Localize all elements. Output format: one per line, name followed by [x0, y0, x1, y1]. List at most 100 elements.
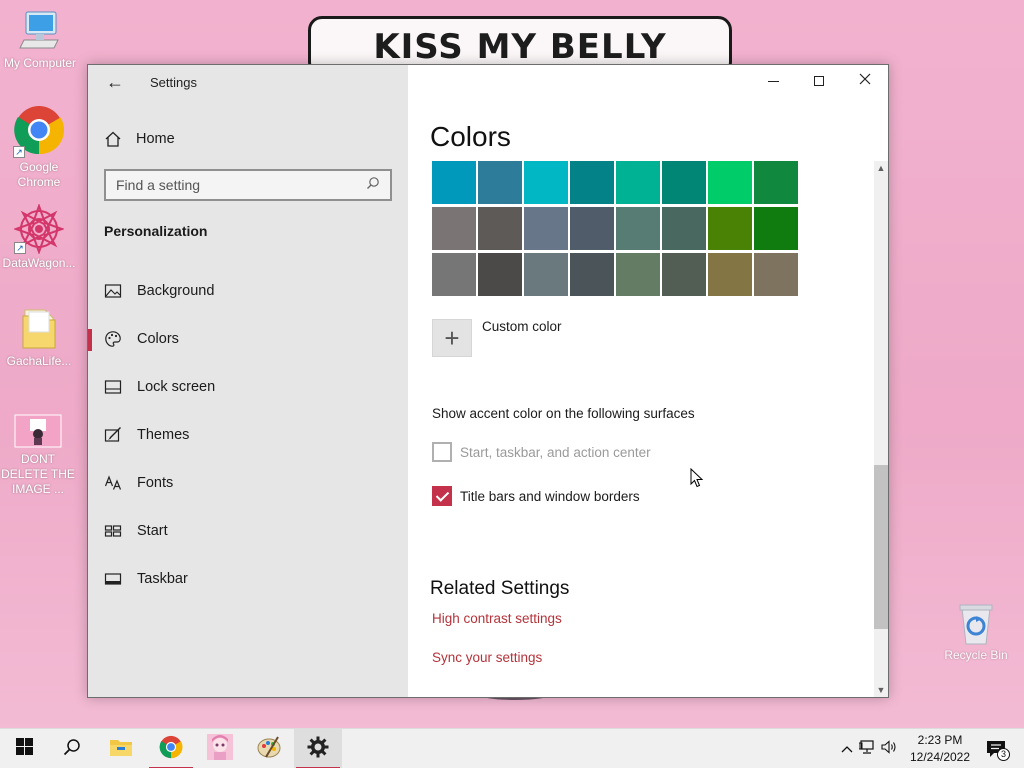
file-explorer-button[interactable] — [97, 729, 145, 768]
accent-color-swatch[interactable] — [478, 161, 522, 204]
accent-color-swatch[interactable] — [708, 207, 752, 250]
gacha-app-button[interactable] — [196, 729, 244, 768]
nav-item-taskbar[interactable]: Taskbar — [88, 561, 408, 597]
nav-item-fonts[interactable]: Fonts — [88, 465, 408, 501]
palette-icon — [104, 330, 122, 348]
chrome-taskbar-button[interactable] — [147, 729, 195, 768]
start-button[interactable] — [0, 729, 48, 768]
nav-item-themes[interactable]: Themes — [88, 417, 408, 453]
accent-color-swatch[interactable] — [754, 161, 798, 204]
computer-icon — [18, 8, 62, 54]
shortcut-arrow-icon: ↗ — [13, 146, 25, 158]
search-icon — [63, 738, 81, 761]
settings-taskbar-button[interactable] — [294, 729, 342, 768]
accent-color-swatch[interactable] — [570, 207, 614, 250]
search-button[interactable] — [48, 729, 96, 768]
fonts-icon — [104, 474, 122, 492]
shortcut-arrow-icon: ↗ — [14, 242, 26, 254]
desktop-icon-label: Recycle Bin — [944, 648, 1008, 662]
nav-item-label: Background — [137, 283, 215, 299]
accent-color-swatch[interactable] — [662, 253, 706, 296]
custom-color-button[interactable]: + Custom color — [432, 319, 562, 357]
scroll-thumb[interactable] — [874, 465, 888, 629]
desktop-icon-label: Google Chrome — [17, 160, 61, 189]
scroll-up-arrow-icon[interactable]: ▲ — [874, 161, 888, 175]
paint-palette-icon — [256, 735, 282, 764]
search-box[interactable] — [104, 169, 392, 201]
nav-item-colors[interactable]: Colors — [88, 321, 408, 357]
checkbox-title-bars[interactable]: Title bars and window borders — [432, 486, 640, 506]
desktop-icon-chrome[interactable]: ↗ Google Chrome — [0, 104, 79, 190]
accent-color-swatch[interactable] — [570, 161, 614, 204]
scrollbar[interactable]: ▲ ▼ — [874, 161, 888, 697]
nav-item-start[interactable]: Start — [88, 513, 408, 549]
nav-item-label: Taskbar — [137, 571, 188, 587]
clock[interactable]: 2:23 PM 12/24/2022 — [900, 732, 980, 766]
search-icon — [366, 176, 380, 195]
accent-color-swatch[interactable] — [708, 253, 752, 296]
home-icon — [104, 130, 122, 148]
lock-screen-icon — [104, 378, 122, 396]
checkbox-label: Title bars and window borders — [460, 488, 640, 504]
nav-item-lock-screen[interactable]: Lock screen — [88, 369, 408, 405]
mouse-cursor-icon — [690, 468, 704, 488]
nav-item-background[interactable]: Background — [88, 273, 408, 309]
action-center-button[interactable]: 3 — [972, 729, 1020, 768]
start-icon — [104, 522, 122, 540]
tray-chevron-up-icon[interactable] — [838, 740, 856, 758]
desktop-icon-recycle-bin[interactable]: Recycle Bin — [936, 602, 1016, 663]
surfaces-heading: Show accent color on the following surfa… — [432, 406, 695, 421]
accent-color-swatch[interactable] — [570, 253, 614, 296]
checkbox-box[interactable] — [432, 442, 452, 462]
accent-color-swatch[interactable] — [432, 207, 476, 250]
notification-icon: 3 — [986, 740, 1010, 761]
accent-color-swatch[interactable] — [478, 253, 522, 296]
custom-color-label: Custom color — [482, 319, 562, 334]
accent-color-swatch[interactable] — [432, 161, 476, 204]
desktop-icon-my-computer[interactable]: My Computer — [0, 8, 80, 71]
accent-color-swatch[interactable] — [754, 253, 798, 296]
link-high-contrast[interactable]: High contrast settings — [432, 611, 562, 626]
accent-color-swatch[interactable] — [432, 253, 476, 296]
anime-app-icon — [207, 733, 233, 765]
related-settings-heading: Related Settings — [430, 578, 570, 599]
home-link[interactable]: Home — [104, 127, 384, 151]
accent-color-swatch[interactable] — [524, 207, 568, 250]
datawagon-icon: ↗ — [12, 202, 66, 256]
taskbar-icon — [104, 570, 122, 588]
accent-color-swatch[interactable] — [524, 253, 568, 296]
scroll-down-arrow-icon[interactable]: ▼ — [874, 683, 888, 697]
accent-color-swatch[interactable] — [616, 207, 660, 250]
accent-color-grid — [432, 161, 800, 296]
folder-icon — [19, 306, 59, 352]
paint-app-button[interactable] — [245, 729, 293, 768]
checkbox-start-taskbar[interactable]: Start, taskbar, and action center — [432, 442, 651, 462]
content-pane: Colors + Custom color Show accent color … — [408, 65, 888, 697]
desktop-icon-label: DataWagon... — [2, 256, 76, 270]
desktop-icon-gachalife[interactable]: GachaLife... — [0, 306, 79, 369]
network-icon[interactable] — [856, 739, 878, 759]
themes-icon — [104, 426, 122, 444]
nav-item-label: Themes — [137, 427, 190, 443]
accent-color-swatch[interactable] — [478, 207, 522, 250]
desktop-icon-dont-delete[interactable]: DONT DELETE THE IMAGE ... — [0, 414, 78, 497]
accent-color-swatch[interactable] — [662, 161, 706, 204]
accent-color-swatch[interactable] — [616, 161, 660, 204]
accent-color-swatch[interactable] — [754, 207, 798, 250]
accent-color-swatch[interactable] — [708, 161, 752, 204]
checkbox-box[interactable] — [432, 486, 452, 506]
desktop-icon-datawagon[interactable]: ↗ DataWagon... — [0, 202, 79, 271]
accent-color-swatch[interactable] — [616, 253, 660, 296]
nav-pane: ← Settings Home Personalization Backgrou… — [88, 65, 408, 697]
wallpaper-banner-text: KISS MY BELLY — [373, 27, 667, 67]
accent-color-swatch[interactable] — [662, 207, 706, 250]
link-sync-settings[interactable]: Sync your settings — [432, 650, 542, 665]
windows-logo-icon — [15, 738, 33, 760]
back-button[interactable]: ← — [102, 73, 128, 93]
recycle-bin-icon — [956, 602, 996, 646]
gear-icon — [307, 736, 329, 763]
volume-icon[interactable] — [878, 739, 900, 759]
notification-count-badge: 3 — [997, 748, 1010, 761]
accent-color-swatch[interactable] — [524, 161, 568, 204]
search-input[interactable] — [116, 177, 366, 193]
